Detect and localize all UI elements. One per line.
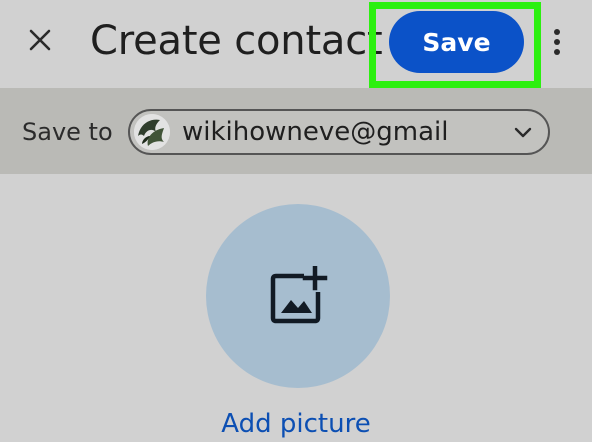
add-photo-icon bbox=[270, 266, 328, 324]
add-picture-link[interactable]: Add picture bbox=[0, 406, 592, 442]
add-photo-button[interactable] bbox=[206, 204, 390, 388]
chevron-down-icon bbox=[514, 127, 532, 138]
page-title: Create contact bbox=[90, 18, 383, 64]
more-vert-icon bbox=[554, 29, 560, 55]
save-button[interactable]: Save bbox=[389, 11, 524, 73]
more-options-button[interactable] bbox=[546, 24, 568, 60]
close-button[interactable] bbox=[22, 22, 58, 58]
top-app-bar: Create contact Save bbox=[0, 0, 592, 88]
account-dropdown[interactable]: wikihowneve@gmail bbox=[128, 109, 550, 155]
close-icon bbox=[29, 29, 51, 51]
save-to-label: Save to bbox=[22, 118, 113, 146]
account-email: wikihowneve@gmail bbox=[182, 117, 449, 147]
avatar bbox=[134, 114, 170, 150]
